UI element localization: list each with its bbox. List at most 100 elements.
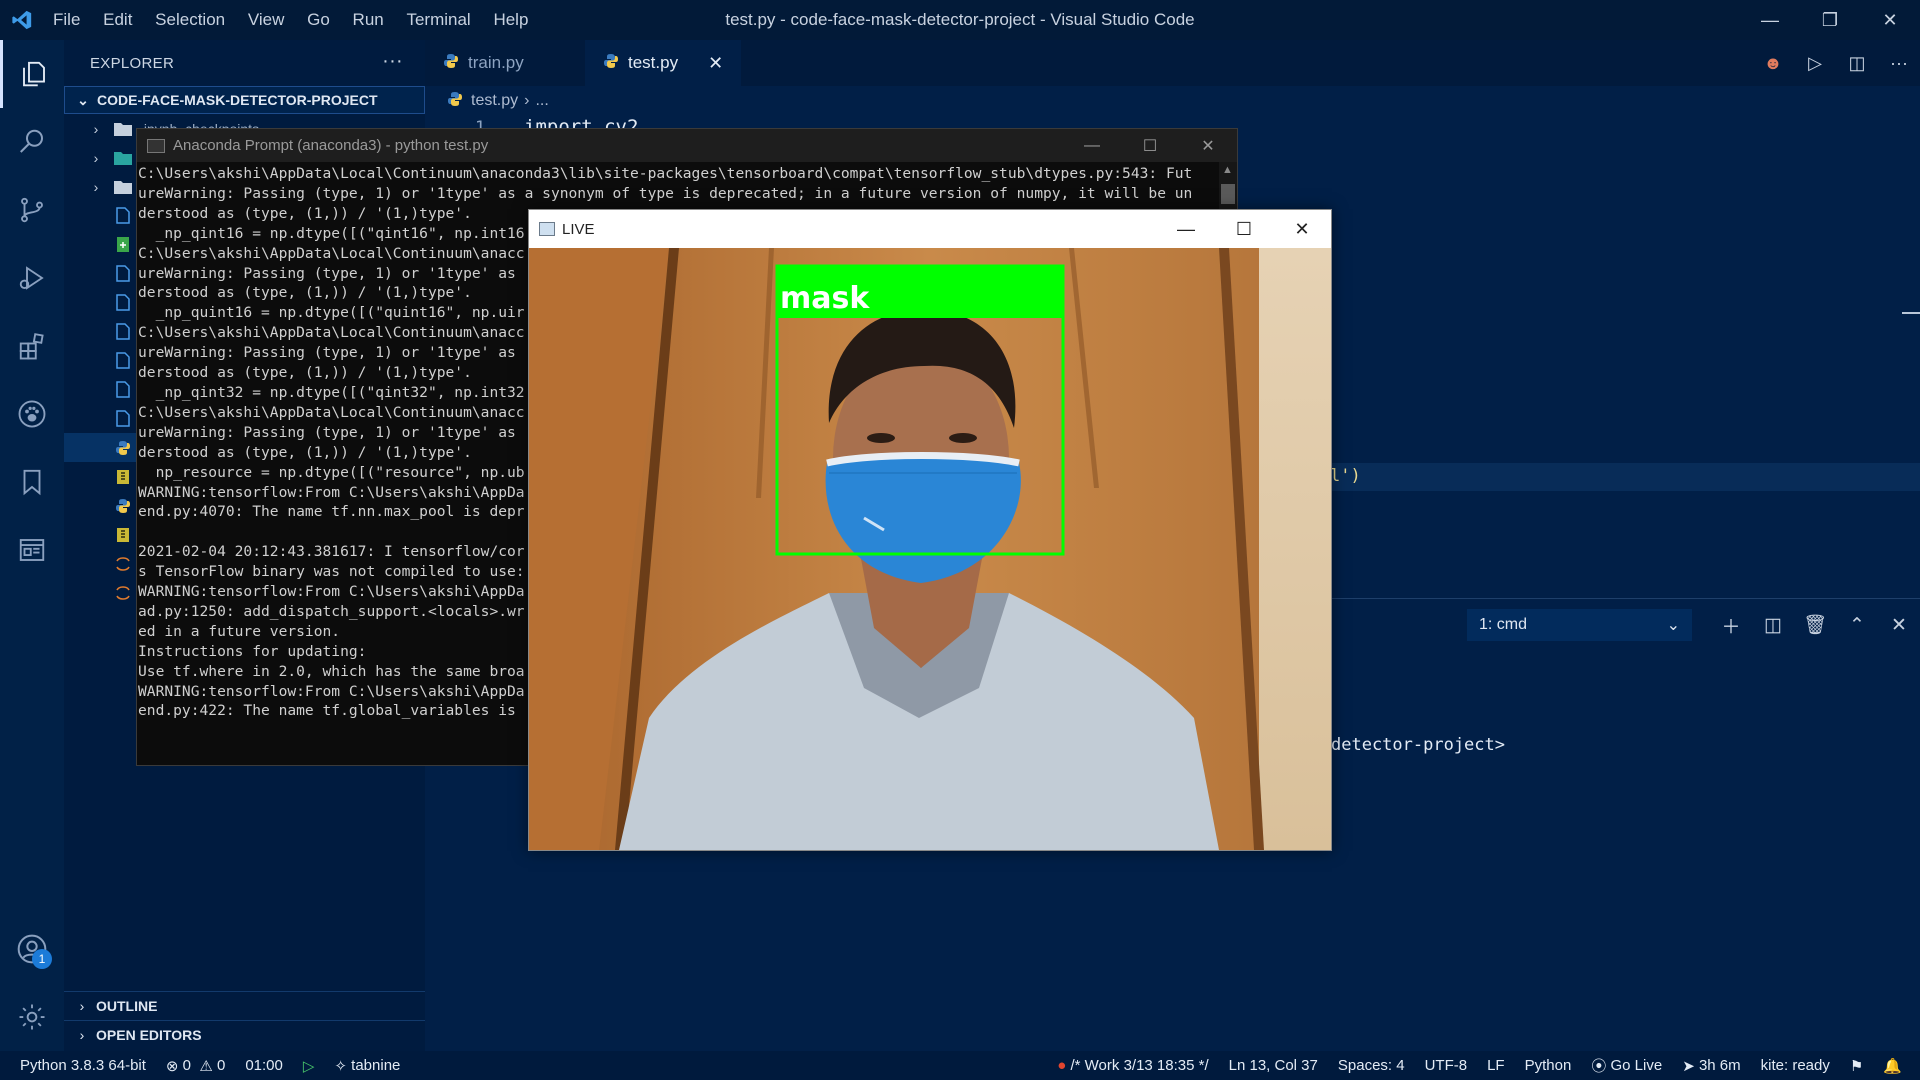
tab-train-py[interactable]: train.py: [425, 40, 585, 86]
chevron-right-icon: ›: [93, 120, 99, 137]
tabnine-status[interactable]: ✧ tabnine: [334, 1057, 400, 1075]
new-terminal-icon[interactable]: ＋: [1710, 612, 1752, 639]
close-tab-icon[interactable]: ✕: [708, 53, 723, 74]
problems-indicator[interactable]: ⊗ 0 ⚠ 0: [166, 1057, 225, 1075]
file-icon: [114, 352, 132, 370]
close-window-button[interactable]: ✕: [1273, 210, 1331, 248]
menu-help[interactable]: Help: [493, 10, 528, 29]
detection-label: mask: [780, 281, 870, 316]
explorer-icon[interactable]: [0, 40, 64, 108]
feedback-icon[interactable]: ⚑: [1850, 1057, 1863, 1075]
tomato-icon: ●: [1057, 1057, 1067, 1074]
error-icon: ⊗: [165, 1057, 179, 1075]
work-timer[interactable]: ● /* Work 3/13 18:35 */: [1057, 1057, 1208, 1074]
trash-icon[interactable]: 🗑: [1794, 613, 1836, 637]
yaml-file-icon: [114, 526, 132, 544]
kite-status[interactable]: kite: ready: [1761, 1057, 1830, 1074]
time-tracker[interactable]: ➤ 3h 6m: [1682, 1057, 1740, 1075]
panel-view-icon[interactable]: [0, 516, 64, 584]
chevron-right-icon: ›: [93, 149, 99, 166]
chevron-right-icon: ›: [79, 1026, 85, 1043]
maximize-button[interactable]: ☐: [1121, 129, 1179, 162]
menu-terminal[interactable]: Terminal: [406, 10, 470, 29]
language-mode[interactable]: Python: [1525, 1057, 1572, 1074]
console-line: C:\Users\akshi\AppData\Local\Continuum\a…: [138, 165, 1193, 182]
explorer-title: EXPLORER: [90, 54, 175, 72]
live-titlebar[interactable]: LIVE — ☐ ✕: [529, 210, 1331, 248]
outline-section[interactable]: › OUTLINE: [64, 991, 425, 1019]
split-terminal-icon[interactable]: ◫: [1752, 614, 1794, 637]
python-icon: [447, 91, 463, 112]
menu-bar: File Edit Selection View Go Run Terminal…: [44, 10, 537, 30]
terminal-select[interactable]: 1: cmd ⌄: [1467, 609, 1692, 641]
python-interpreter[interactable]: Python 3.8.3 64-bit: [20, 1057, 146, 1074]
tab-label: test.py: [628, 53, 679, 72]
anaconda-titlebar[interactable]: Anaconda Prompt (anaconda3) - python tes…: [137, 129, 1237, 162]
minimize-button[interactable]: —: [1740, 0, 1800, 40]
chevron-right-icon: ›: [79, 997, 85, 1014]
end-of-line[interactable]: LF: [1487, 1057, 1505, 1074]
console-line: ureWarning: Passing (type, 1) or '1type'…: [138, 184, 1193, 202]
python-icon: [443, 53, 459, 74]
run-file-icon[interactable]: ▷: [1794, 53, 1836, 74]
run-icon[interactable]: ▷: [303, 1057, 315, 1075]
menu-go[interactable]: Go: [307, 10, 330, 29]
breadcrumb-rest[interactable]: ...: [535, 92, 548, 110]
terminal-icon: [147, 138, 165, 153]
chevron-down-icon: ⌄: [77, 91, 89, 108]
go-live[interactable]: ⦿ Go Live: [1591, 1055, 1662, 1076]
source-control-icon[interactable]: [0, 176, 64, 244]
paw-icon[interactable]: [0, 380, 64, 448]
minimize-button[interactable]: —: [1157, 210, 1215, 248]
live-camera-window[interactable]: LIVE — ☐ ✕ mask: [528, 209, 1332, 851]
cursor-position[interactable]: Ln 13, Col 37: [1229, 1057, 1318, 1074]
project-root[interactable]: ⌄ CODE-FACE-MASK-DETECTOR-PROJECT: [64, 86, 425, 114]
broadcast-icon: ⦿: [1591, 1058, 1607, 1075]
more-actions-icon[interactable]: ···: [1878, 53, 1920, 74]
terminal-prompt[interactable]: detector-project>: [1331, 735, 1505, 755]
menu-file[interactable]: File: [53, 10, 80, 29]
jupyter-icon: [114, 555, 132, 573]
accounts-badge: 1: [32, 949, 52, 969]
settings-gear-icon[interactable]: [0, 983, 64, 1051]
python-icon: [603, 53, 619, 74]
more-actions-icon[interactable]: ···: [382, 50, 403, 73]
activity-bar: 1: [0, 40, 64, 1051]
time-indicator[interactable]: 01:00: [245, 1057, 283, 1074]
accounts-icon[interactable]: 1: [0, 915, 64, 983]
warning-icon: ⚠: [199, 1057, 213, 1075]
minimize-button[interactable]: —: [1063, 129, 1121, 162]
close-window-button[interactable]: ✕: [1179, 129, 1237, 162]
menu-edit[interactable]: Edit: [103, 10, 132, 29]
extensions-icon[interactable]: [0, 312, 64, 380]
search-icon[interactable]: [0, 108, 64, 176]
anaconda-title: Anaconda Prompt (anaconda3) - python tes…: [173, 137, 489, 154]
cat-icon[interactable]: ☻: [1752, 53, 1794, 74]
split-editor-icon[interactable]: ◫: [1836, 53, 1878, 74]
chevron-up-icon[interactable]: ⌃: [1836, 614, 1878, 637]
project-name: CODE-FACE-MASK-DETECTOR-PROJECT: [97, 92, 378, 108]
file-icon: [114, 294, 132, 312]
close-panel-icon[interactable]: ✕: [1878, 614, 1920, 637]
menu-selection[interactable]: Selection: [155, 10, 225, 29]
scrollbar-thumb[interactable]: [1221, 184, 1235, 204]
run-debug-icon[interactable]: [0, 244, 64, 312]
close-window-button[interactable]: ✕: [1860, 0, 1920, 40]
restore-button[interactable]: ❐: [1800, 0, 1860, 40]
camera-image: mask: [529, 248, 1331, 850]
status-bar: Python 3.8.3 64-bit ⊗ 0 ⚠ 0 01:00 ▷ ✧ ta…: [0, 1051, 1920, 1080]
notebook-icon: [114, 236, 132, 254]
open-editors-section[interactable]: › OPEN EDITORS: [64, 1020, 425, 1048]
notifications-bell-icon[interactable]: 🔔: [1883, 1057, 1902, 1075]
indentation[interactable]: Spaces: 4: [1338, 1057, 1405, 1074]
encoding[interactable]: UTF-8: [1425, 1057, 1468, 1074]
breadcrumb-file[interactable]: test.py: [471, 92, 518, 110]
bookmark-icon[interactable]: [0, 448, 64, 516]
code-fragment: l'): [1330, 466, 1361, 486]
maximize-button[interactable]: ☐: [1215, 210, 1273, 248]
menu-run[interactable]: Run: [353, 10, 384, 29]
go-live-label: Go Live: [1610, 1057, 1663, 1074]
tab-test-py[interactable]: test.py ✕: [585, 40, 742, 86]
menu-view[interactable]: View: [248, 10, 285, 29]
scroll-up-icon[interactable]: ▲: [1222, 164, 1233, 176]
